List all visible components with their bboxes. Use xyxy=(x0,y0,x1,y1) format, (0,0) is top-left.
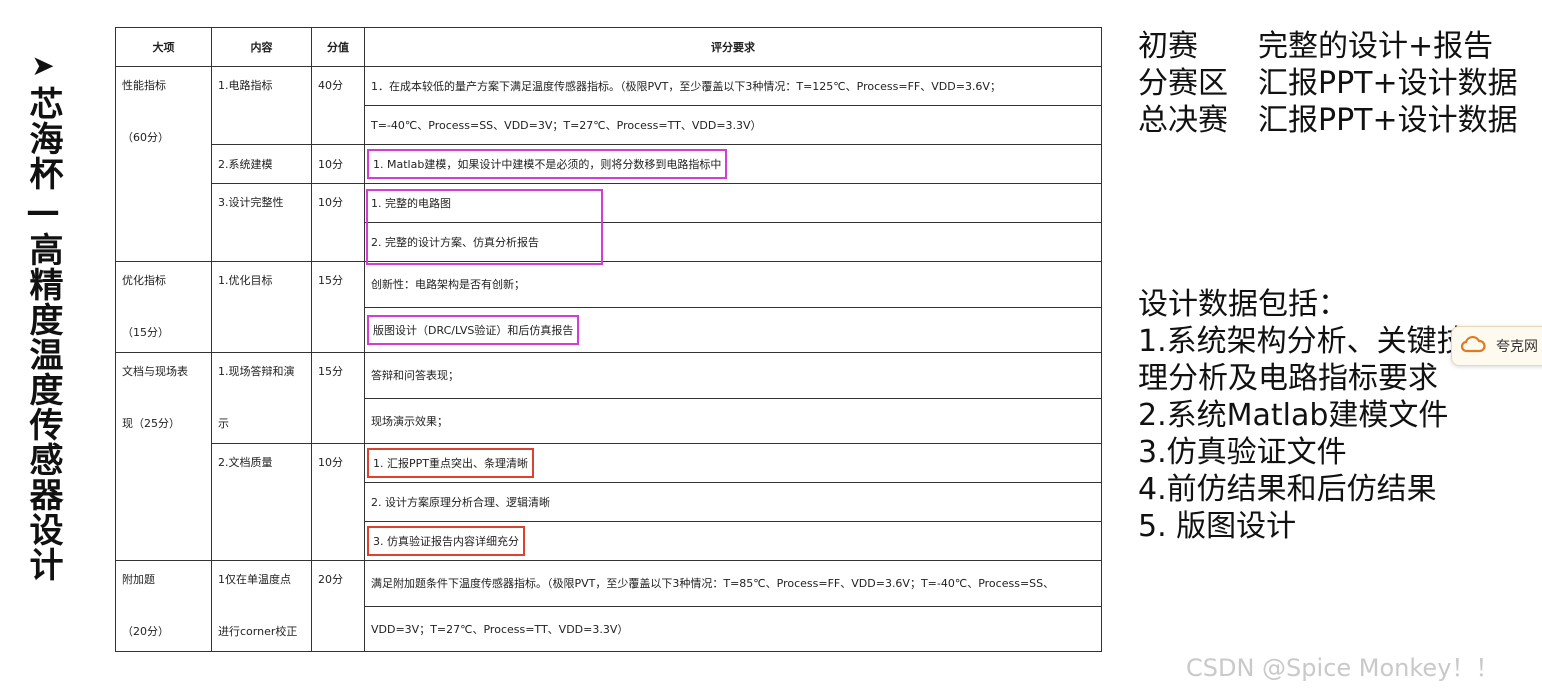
category-performance: 性能指标 （60分） xyxy=(115,66,212,262)
highlight-box-magenta: 版图设计（DRC/LVS验证）和后仿真报告 xyxy=(367,314,580,345)
requirement-cell: 版图设计（DRC/LVS验证）和后仿真报告 xyxy=(364,306,1102,353)
content-defense-demo: 1.现场答辩和演示 xyxy=(211,352,312,444)
requirement-cell: 1. 汇报PPT重点突出、条理清晰 xyxy=(364,443,1102,483)
list-item: 3.仿真验证文件 xyxy=(1138,435,1347,470)
widget-label: 夸克网 xyxy=(1496,339,1538,355)
requirement-cell: 1．在成本较低的量产方案下满足温度传感器指标。（极限PVT，至少覆盖以下3种情况… xyxy=(364,66,1102,106)
requirement-cell: 3. 仿真验证报告内容详细充分 xyxy=(364,521,1102,561)
scoring-table: 大项 内容 分值 评分要求 性能指标 （60分） 1.电路指标 40分 1．在成本… xyxy=(115,27,1102,652)
slide-vertical-title: ➤ 芯海杯—高精度温度传感器设计 xyxy=(22,49,64,583)
arrow-bullet-icon: ➤ xyxy=(31,49,55,82)
title-text: 芯海杯—高精度温度传感器设计 xyxy=(23,86,63,582)
requirement-cell: 1. 完整的电路图 xyxy=(364,183,1102,223)
requirement-cell: 创新性：电路架构是否有创新； xyxy=(364,261,1102,308)
score-cell: 10分 xyxy=(311,183,365,262)
requirement-cell: T=-40℃、Process=SS、VDD=3V；T=27℃、Process=T… xyxy=(364,105,1102,145)
score-cell: 40分 xyxy=(311,66,365,145)
content-circuit-metrics: 1.电路指标 xyxy=(211,66,312,145)
score-cell: 10分 xyxy=(311,443,365,561)
requirement-cell: 2. 完整的设计方案、仿真分析报告 xyxy=(364,222,1102,262)
watermark: CSDN @Spice Monkey！！ xyxy=(1186,654,1500,682)
list-item: 5. 版图设计 xyxy=(1138,509,1297,544)
requirement-cell: 现场演示效果； xyxy=(364,397,1102,444)
score-cell: 10分 xyxy=(311,144,365,184)
table-row: 2.系统建模 10分 1. Matlab建模，如果设计中建模不是必须的，则将分数… xyxy=(116,144,1102,184)
content-single-point-calibration: 1仅在单温度点 进行corner校正 xyxy=(211,560,312,652)
highlight-box-red: 3. 仿真验证报告内容详细充分 xyxy=(367,526,525,556)
table-row: 性能指标 （60分） 1.电路指标 40分 1．在成本较低的量产方案下满足温度传感… xyxy=(115,66,1102,262)
table-row: 优化指标 （15分） 1.优化目标 15分 创新性：电路架构是否有创新； xyxy=(115,261,1102,353)
content-optimization-target: 1.优化目标 xyxy=(211,261,312,353)
content-system-modeling: 2.系统建模 xyxy=(211,144,312,184)
table-row: 附加题 （20分） 1仅在单温度点 进行corner校正 20分 满足附加题条件下温… xyxy=(115,560,1102,652)
header-category: 大项 xyxy=(115,27,212,67)
highlight-box-magenta: 1. Matlab建模，如果设计中建模不是必须的，则将分数移到电路指标中 xyxy=(367,149,728,179)
requirement-cell: 1. Matlab建模，如果设计中建模不是必须的，则将分数移到电路指标中 xyxy=(364,144,1102,184)
design-data-list: 设计数据包括： 1.系统架构分析、关键技 理分析及电路指标要求 2.系统Matl… xyxy=(1138,286,1538,545)
category-bonus: 附加题 （20分） xyxy=(115,560,212,652)
requirement-cell: 2. 设计方案原理分析合理、逻辑清晰 xyxy=(364,482,1102,522)
category-optimization: 优化指标 （15分） xyxy=(115,261,212,353)
score-cell: 20分 xyxy=(311,560,365,652)
cloud-icon xyxy=(1460,334,1486,358)
table-row: 3.设计完整性 10分 1. 完整的电路图 xyxy=(116,183,1102,262)
header-score: 分值 xyxy=(311,27,365,67)
highlight-box-red: 1. 汇报PPT重点突出、条理清晰 xyxy=(367,448,534,478)
competition-stages: 初赛 完整的设计+报告 分赛区 汇报PPT+设计数据 总决赛 汇报PPT+设计数据 xyxy=(1138,28,1518,139)
stage-row: 分赛区 汇报PPT+设计数据 xyxy=(1138,66,1518,101)
category-documentation: 文档与现场表 现（25分） xyxy=(115,352,212,561)
content-design-completeness: 3.设计完整性 xyxy=(211,183,312,262)
table-row: 文档与现场表 现（25分） 1.现场答辩和演示 15分 答辩和问答表现； xyxy=(115,352,1102,561)
header-requirements: 评分要求 xyxy=(364,27,1102,67)
requirement-cell: VDD=3V；T=27℃、Process=TT、VDD=3.3V） xyxy=(364,605,1102,652)
score-cell: 15分 xyxy=(311,352,365,444)
list-item: 2.系统Matlab建模文件 xyxy=(1138,398,1449,433)
requirement-cell: 满足附加题条件下温度传感器指标。（极限PVT，至少覆盖以下3种情况：T=85℃、… xyxy=(364,560,1102,607)
stage-row: 总决赛 汇报PPT+设计数据 xyxy=(1138,103,1518,138)
header-content: 内容 xyxy=(211,27,312,67)
score-cell: 15分 xyxy=(311,261,365,353)
requirement-cell: 答辩和问答表现； xyxy=(364,352,1102,399)
content-document-quality: 2.文档质量 xyxy=(211,443,312,561)
quark-floating-widget[interactable]: 夸克网 xyxy=(1451,326,1542,366)
table-header-row: 大项 内容 分值 评分要求 xyxy=(115,27,1102,67)
list-item: 4.前仿结果和后仿结果 xyxy=(1138,472,1437,507)
stage-row: 初赛 完整的设计+报告 xyxy=(1138,29,1494,64)
table-row: 2.文档质量 10分 1. 汇报PPT重点突出、条理清晰 xyxy=(116,443,1102,561)
list-heading: 设计数据包括： xyxy=(1138,287,1348,322)
